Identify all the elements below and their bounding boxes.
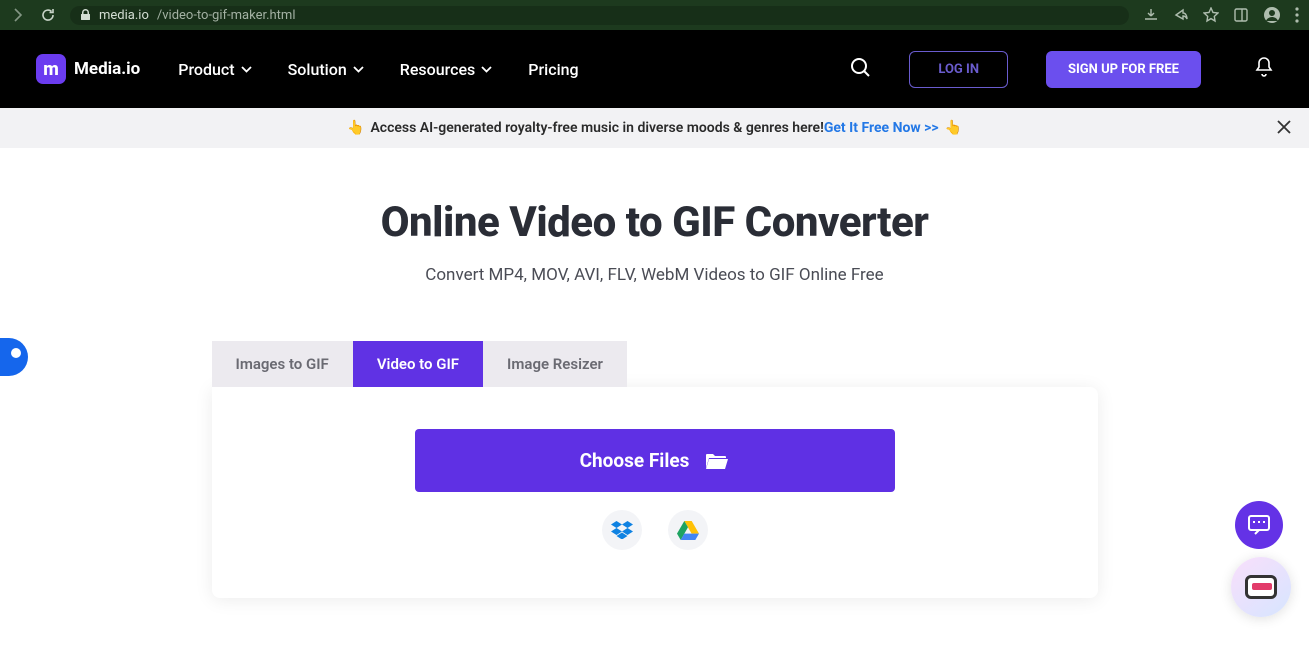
promo-cta-link[interactable]: Get It Free Now >> [824,120,939,136]
reload-icon[interactable] [40,7,56,23]
nav-pricing[interactable]: Pricing [528,60,578,79]
share-icon[interactable] [1173,7,1189,23]
promo-close-button[interactable] [1277,118,1291,139]
login-button[interactable]: LOG IN [909,51,1008,88]
page-title: Online Video to GIF Converter [0,198,1309,247]
notifications-button[interactable] [1255,57,1273,81]
point-icon: 👆 [945,120,962,136]
dropbox-icon [611,521,633,539]
choose-files-button[interactable]: Choose Files [415,429,895,492]
star-icon[interactable] [1203,7,1219,23]
url-host: media.io [99,8,149,23]
bell-icon [1255,57,1273,77]
google-drive-icon [677,521,699,540]
google-drive-button[interactable] [668,510,708,550]
profile-icon[interactable] [1263,6,1281,24]
site-header: m Media.io Product Solution Resources Pr… [0,30,1309,108]
panel-icon[interactable] [1233,7,1249,23]
page-subtitle: Convert MP4, MOV, AVI, FLV, WebM Videos … [0,265,1309,285]
url-path: /video-to-gif-maker.html [157,8,296,23]
main-content: Online Video to GIF Converter Convert MP… [0,148,1309,598]
logo-icon: m [36,54,66,84]
nav-product[interactable]: Product [178,60,251,79]
choose-files-label: Choose Files [580,449,690,472]
main-nav: Product Solution Resources Pricing [178,60,578,79]
forward-arrow-icon[interactable] [10,7,26,23]
download-icon[interactable] [1143,7,1159,23]
chevron-down-icon [241,66,252,73]
logo-text: Media.io [74,59,140,79]
tab-images-to-gif[interactable]: Images to GIF [212,341,353,387]
chat-icon [1247,514,1271,536]
lock-icon [80,9,91,21]
tab-image-resizer[interactable]: Image Resizer [483,341,627,387]
folder-open-icon [705,451,729,471]
signup-button[interactable]: SIGN UP FOR FREE [1046,51,1201,88]
chevron-down-icon [353,66,364,73]
url-bar[interactable]: media.io/video-to-gif-maker.html [70,6,1129,25]
browser-actions [1143,6,1299,24]
assistant-fab[interactable] [1231,557,1291,617]
close-icon [1277,120,1291,134]
nav-resources[interactable]: Resources [400,60,493,79]
tab-video-to-gif[interactable]: Video to GIF [353,341,483,387]
dropbox-button[interactable] [602,510,642,550]
promo-bar: 👆 Access AI-generated royalty-free music… [0,108,1309,148]
search-button[interactable] [849,56,871,82]
tool-tabs: Images to GIF Video to GIF Image Resizer [212,341,1098,387]
promo-text: Access AI-generated royalty-free music i… [370,120,823,136]
browser-toolbar: media.io/video-to-gif-maker.html [0,0,1309,30]
cloud-sources [212,510,1098,550]
chevron-down-icon [481,66,492,73]
search-icon [849,56,871,78]
point-icon: 👆 [347,120,364,136]
assistant-icon [1245,575,1277,599]
logo[interactable]: m Media.io [36,54,140,84]
kebab-menu-icon[interactable] [1295,7,1299,23]
chat-fab[interactable] [1235,501,1283,549]
upload-panel: Choose Files [212,387,1098,598]
nav-solution[interactable]: Solution [288,60,364,79]
